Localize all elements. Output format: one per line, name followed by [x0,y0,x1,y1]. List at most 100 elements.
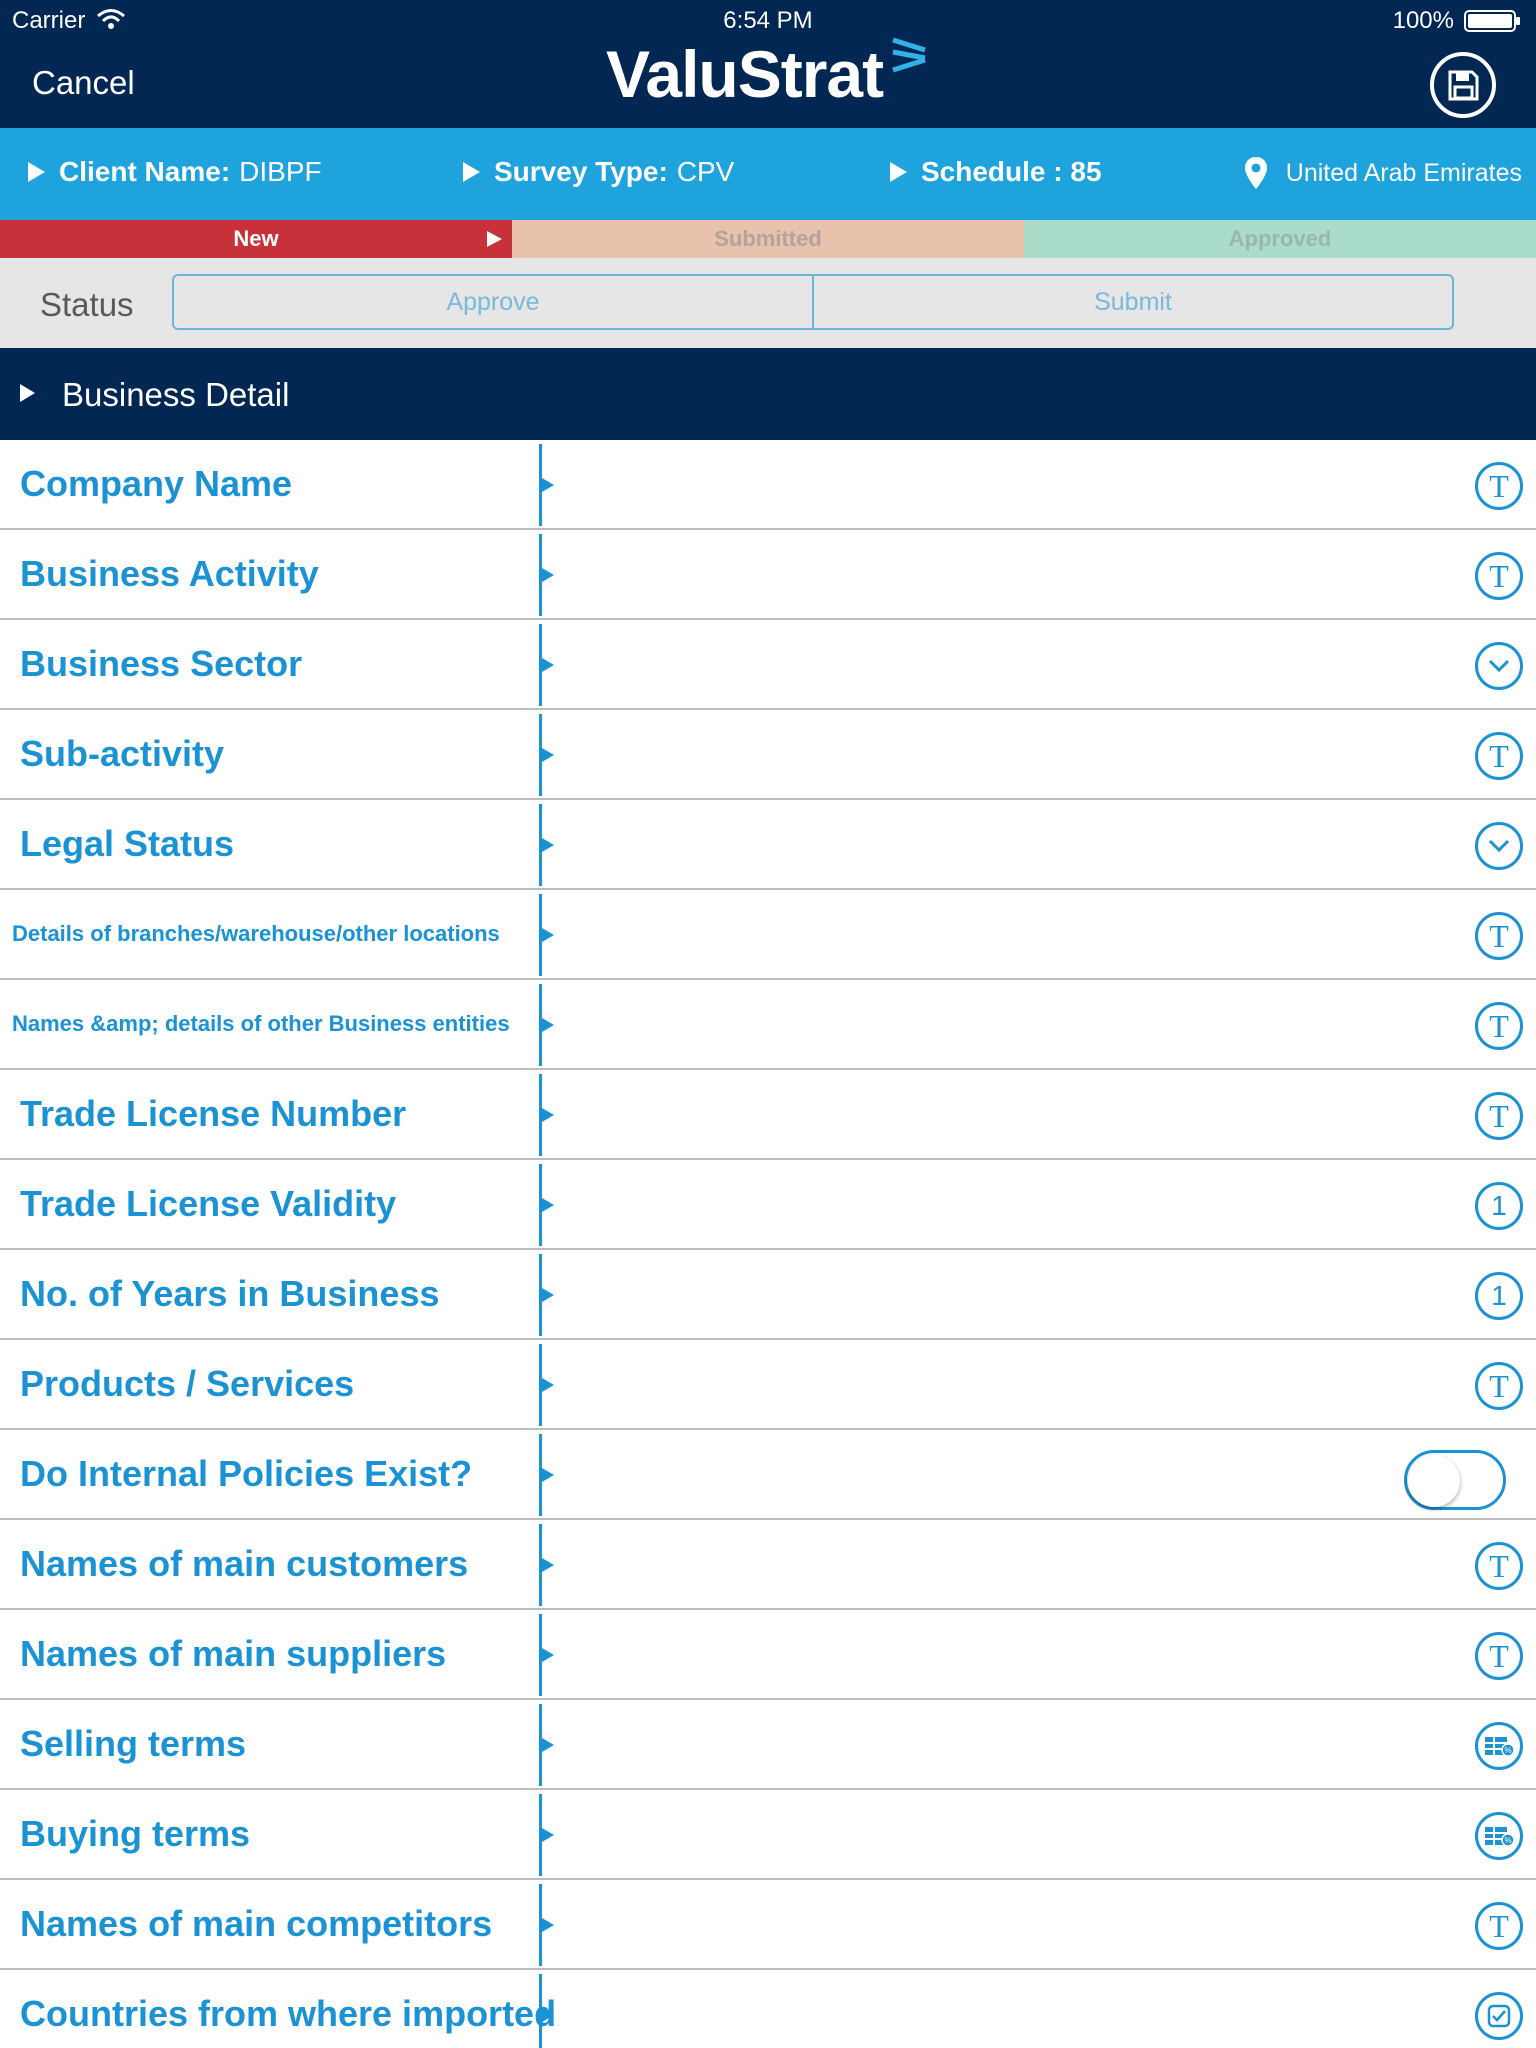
text-icon[interactable]: T [1475,462,1523,510]
field-input[interactable] [570,1538,1450,1590]
top-header: Carrier 6:54 PM 100% Cancel ValuStrat [0,0,1536,128]
number-icon[interactable]: 1 [1475,1182,1523,1230]
logo-chevron-icon [892,37,926,73]
field-label: Countries from where imported [20,1993,557,2034]
text-icon[interactable]: T [1475,1902,1523,1950]
pointer-arrow-icon [542,1918,554,1932]
client-name-label: Client Name: [59,156,231,187]
form-row: Trade License Validity 1 [0,1160,1536,1250]
dropdown-icon[interactable] [1475,822,1523,870]
pointer-arrow-icon [542,1738,554,1752]
cancel-button[interactable]: Cancel [32,64,135,102]
form-row: Selling terms% [0,1700,1536,1790]
logo-text: ValuStrat [606,37,884,111]
form-row: Names of main customers T [0,1520,1536,1610]
svg-text:%: % [1504,1746,1511,1755]
stage-new: New [0,220,512,258]
field-label: Business Sector [20,643,303,684]
pointer-arrow-icon [542,568,554,582]
field-label: Legal Status [20,823,235,864]
submit-button[interactable]: Submit [812,276,1452,328]
stage-submitted-label: Submitted [714,226,822,251]
text-icon[interactable]: T [1475,1002,1523,1050]
text-icon[interactable]: T [1475,1362,1523,1410]
field-input[interactable] [570,998,1450,1050]
text-icon[interactable]: T [1475,1542,1523,1590]
clock: 6:54 PM [723,7,813,34]
pointer-arrow-icon [542,1378,554,1392]
save-button[interactable] [1430,52,1496,118]
text-icon[interactable]: T [1475,1092,1523,1140]
pointer-arrow-icon [542,928,554,942]
field-input[interactable] [570,728,1450,780]
field-label: Trade License Number [20,1093,407,1134]
text-icon[interactable]: T [1475,1632,1523,1680]
toggle-knob [1408,1455,1460,1507]
field-input[interactable] [570,1178,1450,1230]
table-percent-icon[interactable]: % [1475,1812,1523,1860]
pointer-arrow-icon [542,1108,554,1122]
field-input[interactable] [570,1988,1450,2040]
field-input[interactable] [570,1718,1450,1770]
form-row: Buying terms% [0,1790,1536,1880]
internal-policies-toggle[interactable] [1404,1450,1506,1510]
form-row: Trade License Number T [0,1070,1536,1160]
form-row: Names of main competitors T [0,1880,1536,1970]
text-icon[interactable]: T [1475,912,1523,960]
form-row: Business Activity T [0,530,1536,620]
pointer-arrow-icon [542,478,554,492]
pointer-arrow-icon [542,748,554,762]
stage-submitted: Submitted [512,220,1024,258]
form-row: Countries from where imported [0,1970,1536,2048]
triangle-icon [463,162,480,182]
form-row: Sub-activity T [0,710,1536,800]
form-row: No. of Years in Business 1 [0,1250,1536,1340]
field-label: Company Name [20,463,293,504]
business-detail-section-header[interactable]: Business Detail [0,348,1536,440]
field-label: Selling terms [20,1723,247,1764]
text-icon[interactable]: T [1475,552,1523,600]
checkbox-icon[interactable] [1475,1992,1523,2040]
number-icon[interactable]: 1 [1475,1272,1523,1320]
floppy-disk-icon [1448,70,1479,101]
field-input[interactable] [570,1268,1450,1320]
field-input[interactable] [570,638,1450,690]
field-input[interactable] [570,548,1450,600]
location-text: United Arab Emirates [1285,158,1522,187]
battery-icon [1464,10,1520,32]
field-input[interactable] [570,1898,1450,1950]
dropdown-icon[interactable] [1475,642,1523,690]
schedule-label: Schedule : 85 [921,156,1102,187]
form-row: Products / Services T [0,1340,1536,1430]
field-label: Buying terms [20,1813,251,1854]
play-arrow-icon [487,231,502,247]
field-input[interactable] [570,458,1450,510]
stage-new-label: New [233,226,279,251]
status-label: Status [40,286,134,323]
pointer-arrow-icon [542,2008,554,2022]
field-input[interactable] [570,818,1450,870]
pointer-arrow-icon [542,1018,554,1032]
form-row: Names of main suppliers T [0,1610,1536,1700]
field-input[interactable] [570,1808,1450,1860]
field-input[interactable] [570,1358,1450,1410]
form-row: Do Internal Policies Exist? [0,1430,1536,1520]
field-label: Names &amp; details of other Business en… [12,1011,510,1036]
stage-approved: Approved [1024,220,1536,258]
field-input[interactable] [570,1088,1450,1140]
pointer-arrow-icon [542,1288,554,1302]
field-label: Sub-activity [20,733,225,774]
pointer-arrow-icon [542,658,554,672]
location-pin-icon [1244,157,1267,189]
pointer-arrow-icon [542,1468,554,1482]
text-icon[interactable]: T [1475,732,1523,780]
field-label: Names of main customers [20,1543,469,1584]
field-input[interactable] [570,908,1450,960]
workflow-progress: New Submitted Approved [0,220,1536,258]
survey-type-value: CPV [676,156,735,187]
table-percent-icon[interactable]: % [1475,1722,1523,1770]
pointer-arrow-icon [542,1828,554,1842]
survey-type-label: Survey Type: [494,156,668,187]
approve-button[interactable]: Approve [174,276,812,328]
field-input[interactable] [570,1628,1450,1680]
